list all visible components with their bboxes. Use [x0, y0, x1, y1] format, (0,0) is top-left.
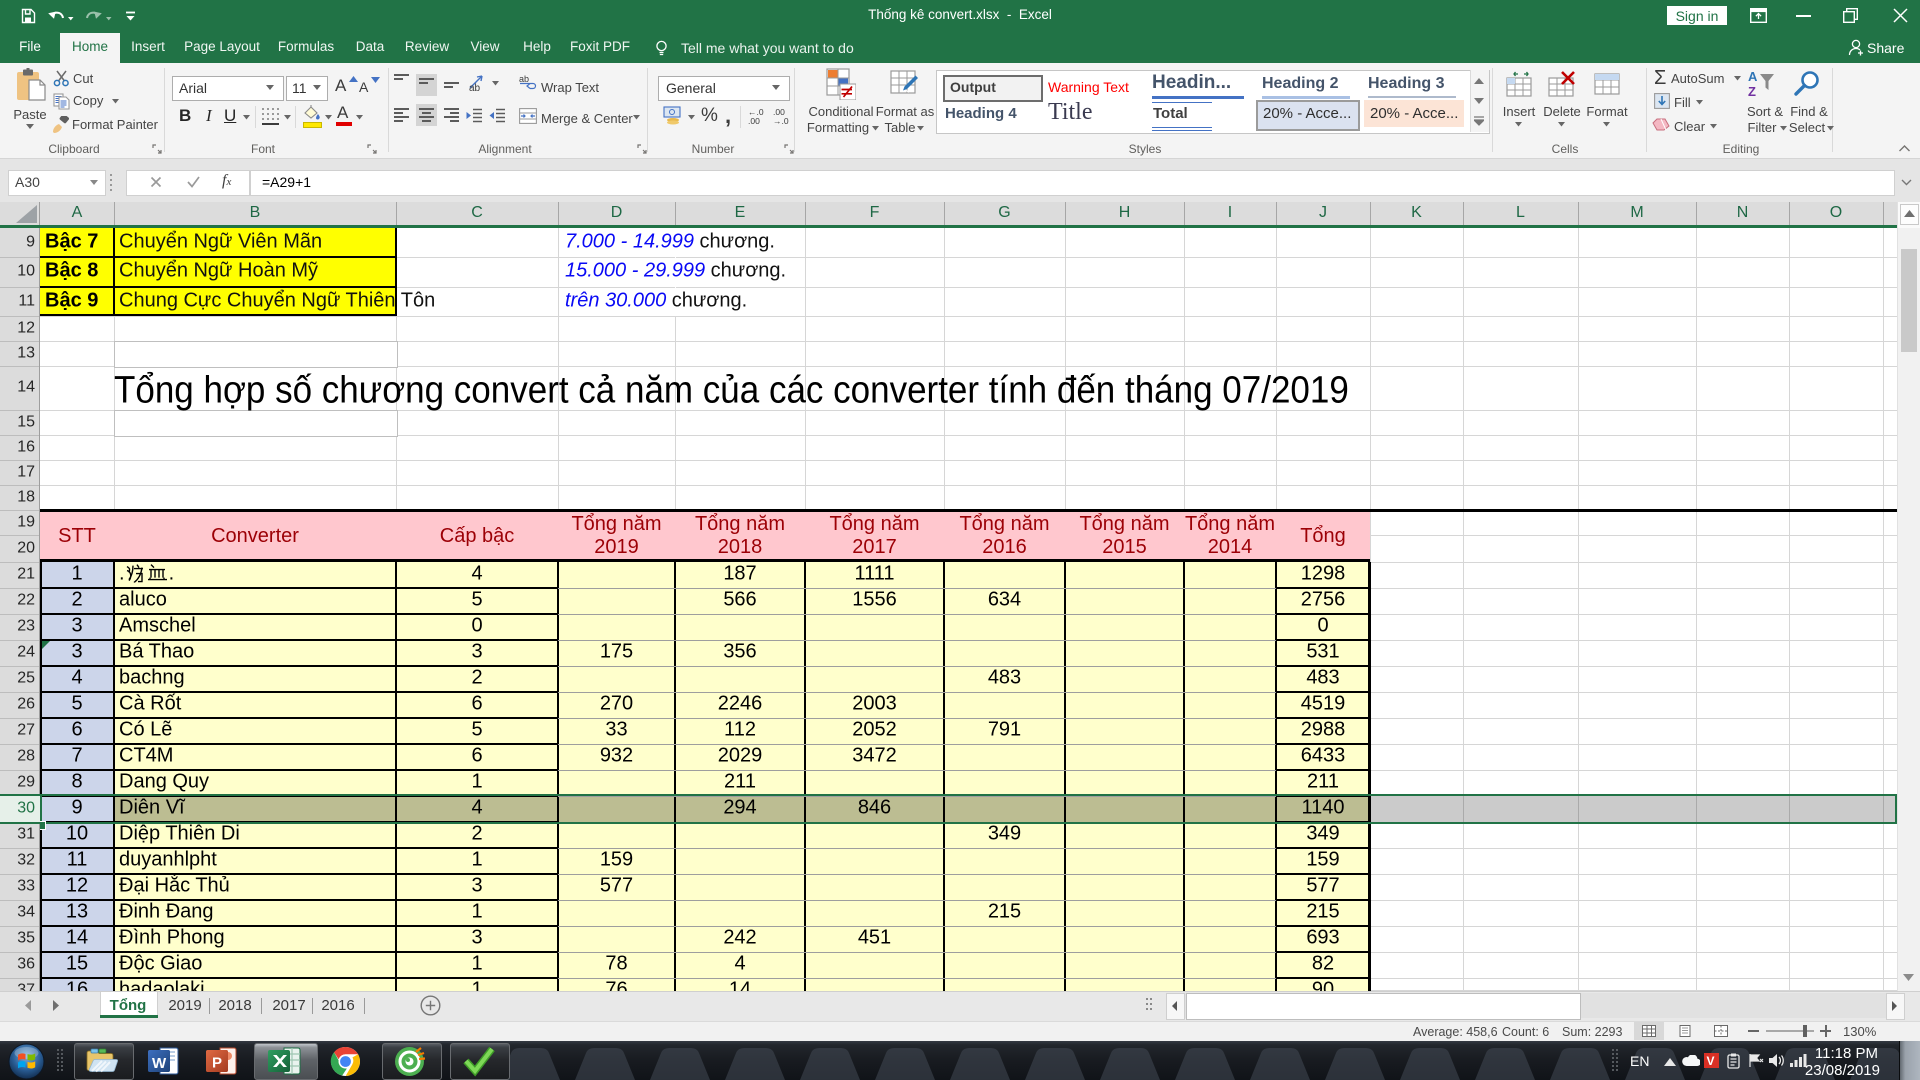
svg-text:ab: ab: [519, 74, 529, 84]
svg-text:→.0: →.0: [773, 116, 789, 125]
svg-text:.00: .00: [748, 116, 760, 125]
svg-text:Z: Z: [1748, 84, 1756, 99]
svg-text:P: P: [212, 1055, 222, 1072]
svg-text:ab: ab: [469, 83, 481, 92]
svg-text:A: A: [1748, 70, 1758, 84]
svg-text:W: W: [152, 1055, 167, 1072]
